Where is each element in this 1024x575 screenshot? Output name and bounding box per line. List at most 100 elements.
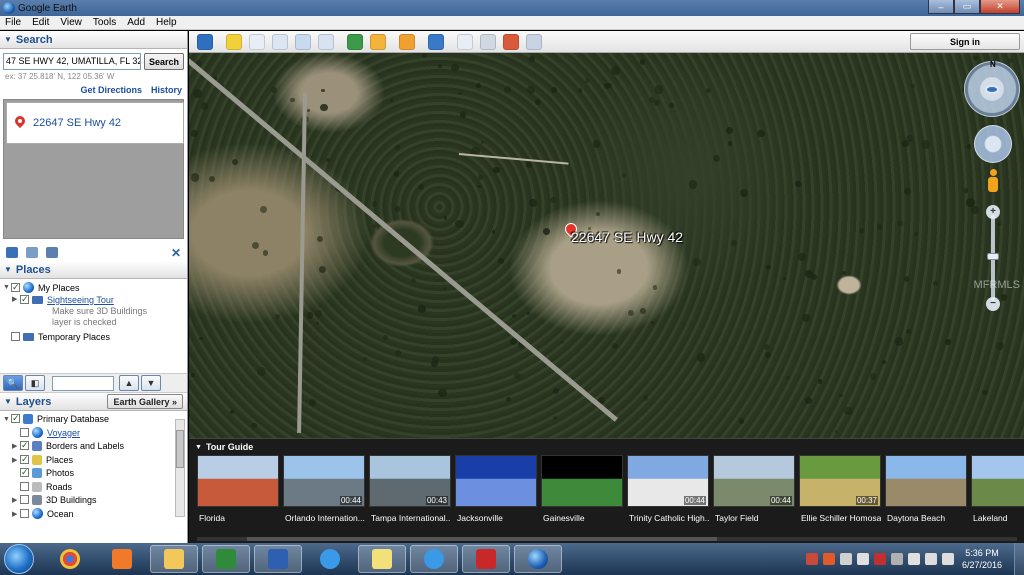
layer-borders-and-labels[interactable]: ▶ Borders and Labels <box>3 439 185 454</box>
sign-in-button[interactable]: Sign in <box>910 33 1020 50</box>
search-input[interactable]: 47 SE HWY 42, UMATILLA, FL 32784 <box>3 53 141 70</box>
history-link[interactable]: History <box>151 85 182 95</box>
layer-checkbox[interactable] <box>20 427 29 437</box>
tour-thumbnail[interactable] <box>885 455 967 507</box>
move-up-button[interactable]: ▲ <box>119 375 139 391</box>
tour-guide-header[interactable]: ▼ Tour Guide <box>189 439 1024 455</box>
maximize-button[interactable]: ▭ <box>954 0 980 14</box>
taskbar-notes[interactable] <box>358 545 406 573</box>
start-button[interactable] <box>4 544 34 574</box>
move-down-button[interactable]: ▼ <box>141 375 161 391</box>
taskbar-explorer[interactable] <box>150 545 198 573</box>
sightseeing-checkbox[interactable] <box>20 293 29 305</box>
tray-icon[interactable] <box>805 553 818 565</box>
print-icon[interactable] <box>480 33 496 50</box>
places-filter-input[interactable] <box>52 375 114 391</box>
menu-file[interactable]: File <box>0 17 27 28</box>
layer-checkbox[interactable] <box>20 439 29 452</box>
scrollbar-thumb[interactable] <box>247 537 717 541</box>
north-indicator[interactable]: N <box>990 60 996 69</box>
my-places-checkbox[interactable] <box>11 281 20 293</box>
expand-icon[interactable]: ▼ <box>3 282 11 294</box>
layer-roads[interactable]: Roads <box>3 481 185 495</box>
planets-icon[interactable] <box>399 33 415 50</box>
tray-icon[interactable] <box>890 553 903 565</box>
search-places-button[interactable]: 🔍 <box>3 375 23 391</box>
zoom-in-button[interactable]: + <box>986 205 1000 219</box>
layer-places[interactable]: ▶ Places <box>3 453 185 468</box>
placemark-label[interactable]: 22647 SE Hwy 42 <box>571 229 683 245</box>
tray-icon[interactable] <box>907 553 920 565</box>
tour-thumbnail[interactable] <box>197 455 279 507</box>
expand-icon[interactable]: ▶ <box>12 294 20 306</box>
layer-checkbox[interactable] <box>20 495 29 504</box>
hide-sidebar-icon[interactable] <box>197 33 213 50</box>
temporary-places-checkbox[interactable] <box>11 332 20 341</box>
sunlight-icon[interactable] <box>370 33 386 50</box>
tour-guide-scrollbar[interactable] <box>197 537 1017 541</box>
move-control[interactable] <box>974 125 1012 163</box>
layer-checkbox[interactable] <box>20 466 29 479</box>
tour-item[interactable]: 00:44 Taylor Field <box>713 455 795 523</box>
layer-checkbox[interactable] <box>20 453 29 466</box>
map-view[interactable]: 22647 SE Hwy 42 N + − MFRMLS <box>189 53 1024 438</box>
tour-thumbnail[interactable]: 00:44 <box>627 455 709 507</box>
layers-scrollbar[interactable] <box>175 419 185 517</box>
panel-toggle-button[interactable]: ◧ <box>25 375 45 391</box>
tree-item-sightseeing-tour[interactable]: ▶ Sightseeing Tour <box>3 293 185 306</box>
places-panel-header[interactable]: ▼ Places <box>0 261 187 279</box>
taskbar-clock[interactable]: 5:36 PM 6/27/2016 <box>962 547 1002 571</box>
taskbar-media-player[interactable] <box>98 545 146 573</box>
scrollbar-thumb[interactable] <box>176 430 184 468</box>
tour-thumbnail[interactable]: 00:43 <box>369 455 451 507</box>
tour-thumbnail[interactable]: 00:37 <box>799 455 881 507</box>
tour-thumbnail[interactable]: 00:44 <box>713 455 795 507</box>
layer-3d-buildings[interactable]: ▶ 3D Buildings <box>3 494 185 508</box>
menu-add[interactable]: Add <box>122 17 151 28</box>
menu-help[interactable]: Help <box>151 17 183 28</box>
menu-edit[interactable]: Edit <box>27 17 55 28</box>
tour-item[interactable]: 00:44 Orlando Internation... <box>283 455 365 523</box>
volume-icon[interactable] <box>941 553 954 565</box>
layer-checkbox[interactable] <box>20 481 29 491</box>
zoom-knob[interactable] <box>987 253 999 260</box>
save-image-icon[interactable] <box>503 33 519 50</box>
add-polygon-icon[interactable] <box>249 33 265 50</box>
tour-item[interactable]: 00:37 Ellie Schiller Homosa... <box>799 455 881 523</box>
image-overlay-icon[interactable] <box>295 33 311 50</box>
expand-icon[interactable]: ▶ <box>12 494 20 507</box>
tray-icon[interactable] <box>822 553 835 565</box>
tour-thumbnail[interactable] <box>455 455 537 507</box>
tour-item[interactable]: 00:44 Trinity Catholic High... <box>627 455 709 523</box>
add-path-icon[interactable] <box>272 33 288 50</box>
menu-tools[interactable]: Tools <box>88 17 122 28</box>
expand-icon[interactable]: ▶ <box>12 440 20 453</box>
zoom-slider[interactable]: + − <box>986 205 1000 311</box>
taskbar-word[interactable] <box>254 545 302 573</box>
layer-primary-database[interactable]: ▼ Primary Database <box>3 412 185 427</box>
taskbar-chrome[interactable] <box>46 545 94 573</box>
clear-results-icon[interactable]: ✕ <box>171 246 181 260</box>
ruler-icon[interactable] <box>428 33 444 50</box>
taskbar-ie-2[interactable] <box>410 545 458 573</box>
tour-item[interactable]: Jacksonville <box>455 455 537 523</box>
taskbar-acrobat[interactable] <box>462 545 510 573</box>
layers-panel-header[interactable]: ▼ Layers Earth Gallery » <box>0 393 187 411</box>
search-panel-header[interactable]: ▼ Search <box>0 31 187 49</box>
tour-item[interactable]: Florida <box>197 455 279 523</box>
tour-item[interactable]: Gainesville <box>541 455 623 523</box>
expand-icon[interactable]: ▶ <box>12 508 20 520</box>
tour-thumbnail[interactable] <box>971 455 1024 507</box>
tour-thumbnail[interactable]: 00:44 <box>283 455 365 507</box>
tray-icon[interactable] <box>873 553 886 565</box>
search-button[interactable]: Search <box>144 53 184 70</box>
compass-control[interactable]: N <box>964 60 1020 117</box>
expand-icon[interactable]: ▶ <box>12 454 20 467</box>
zoom-out-button[interactable]: − <box>986 297 1000 311</box>
copy-icon[interactable] <box>26 246 38 258</box>
minimize-button[interactable]: – <box>928 0 954 14</box>
layer-ocean[interactable]: ▶ Ocean <box>3 507 185 520</box>
folder-add-icon[interactable] <box>6 246 18 258</box>
taskbar-google-earth[interactable] <box>514 545 562 573</box>
view-in-maps-icon[interactable] <box>526 33 542 50</box>
